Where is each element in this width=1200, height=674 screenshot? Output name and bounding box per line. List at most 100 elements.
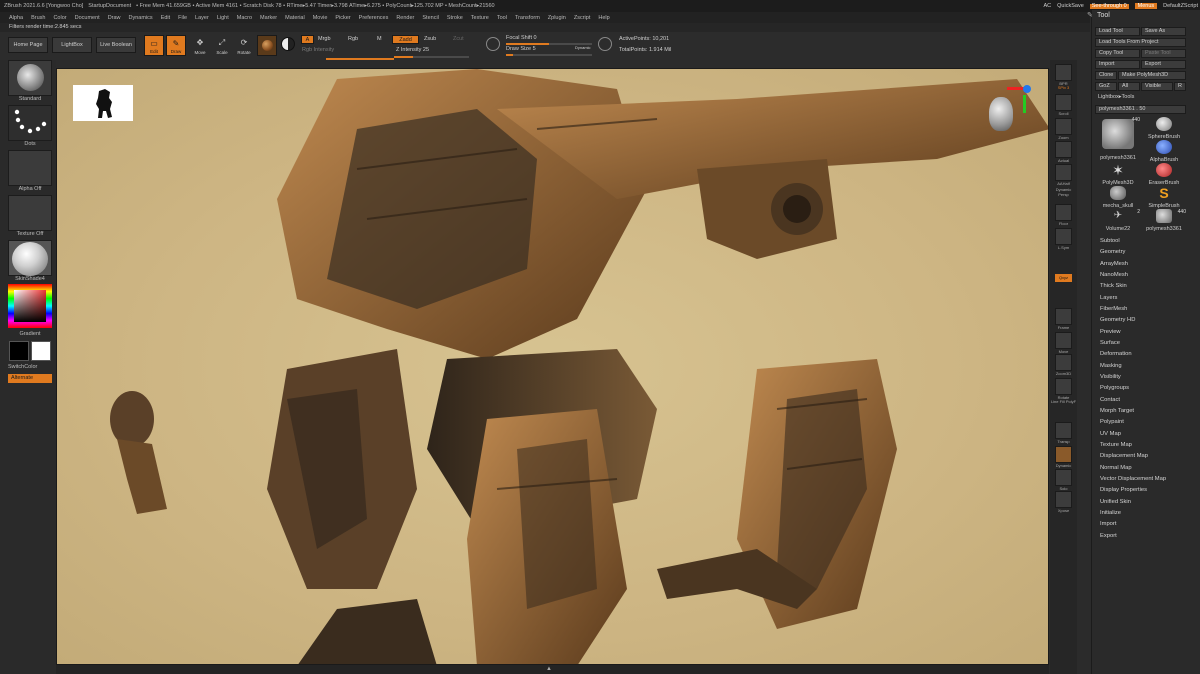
tool-thumb-polymesh3d[interactable]: ✶ PolyMesh3D <box>1094 163 1142 186</box>
primary-color-swatch[interactable] <box>9 341 29 361</box>
rgb-toggle[interactable]: Rgb <box>348 36 358 42</box>
dynamic-render-button[interactable] <box>1055 446 1072 463</box>
menu-macro[interactable]: Macro <box>237 15 252 21</box>
subpalette-preview[interactable]: Preview <box>1100 327 1195 338</box>
mrgb-toggle[interactable]: Mrgb <box>318 36 331 42</box>
draw-mode-button[interactable]: ✎ Draw <box>166 35 186 56</box>
subpalette-deformation[interactable]: Deformation <box>1100 349 1195 360</box>
menu-layer[interactable]: Layer <box>195 15 209 21</box>
actual-button[interactable] <box>1055 141 1072 158</box>
import-tool-button[interactable]: Import <box>1095 60 1140 69</box>
edit-mode-button[interactable]: ▭ Edit <box>144 35 164 56</box>
brush-selector[interactable] <box>8 60 52 96</box>
alternate-button[interactable]: Alternate <box>8 374 52 383</box>
menu-transform[interactable]: Transform <box>515 15 540 21</box>
move-view-button[interactable] <box>1055 332 1072 349</box>
subpalette-display-properties[interactable]: Display Properties <box>1100 485 1195 496</box>
material-swatch[interactable] <box>257 35 277 56</box>
menu-marker[interactable]: Marker <box>260 15 277 21</box>
subpalette-fibermesh[interactable]: FiberMesh <box>1100 304 1195 315</box>
load-tools-from-project-button[interactable]: Load Tools From Project <box>1095 38 1186 47</box>
focal-shift-slider[interactable]: Focal Shift 0 <box>506 35 537 41</box>
move-mode-button[interactable]: ✥ Move <box>190 35 210 56</box>
menu-light[interactable]: Light <box>217 15 229 21</box>
menu-zplugin[interactable]: Zplugin <box>548 15 566 21</box>
lightbox-button[interactable]: LightBox <box>52 37 92 53</box>
solo-button[interactable] <box>1055 469 1072 486</box>
material-selector[interactable] <box>8 240 52 276</box>
menu-dynamics[interactable]: Dynamics <box>129 15 153 21</box>
current-tool-slider[interactable]: polymesh3361 . 50 <box>1095 105 1186 114</box>
subpalette-morph-target[interactable]: Morph Target <box>1100 406 1195 417</box>
xpose-button[interactable] <box>1055 491 1072 508</box>
subpalette-normal-map[interactable]: Normal Map <box>1100 463 1195 474</box>
navigation-gizmo[interactable] <box>983 85 1033 143</box>
subpalette-polypaint[interactable]: Polypaint <box>1100 417 1195 428</box>
save-as-button[interactable]: Save As <box>1141 27 1186 36</box>
draw-size-track[interactable] <box>506 54 592 56</box>
switch-color-button[interactable]: SwitchColor <box>8 364 52 370</box>
rgb-intensity-track[interactable] <box>326 58 394 60</box>
menu-picker[interactable]: Picker <box>335 15 350 21</box>
subpalette-subtool[interactable]: Subtool <box>1100 236 1195 247</box>
menu-document[interactable]: Document <box>75 15 100 21</box>
m-toggle[interactable]: M <box>377 36 382 42</box>
menu-stroke[interactable]: Stroke <box>447 15 463 21</box>
default-zscript-button[interactable]: DefaultZScript <box>1163 3 1198 9</box>
tool-thumb-eraserbrush[interactable]: EraserBrush <box>1140 163 1188 186</box>
frame-button[interactable] <box>1055 308 1072 325</box>
zcut-toggle[interactable]: Zcut <box>453 36 464 42</box>
quicksave-button[interactable]: QuickSave <box>1057 3 1084 9</box>
subpalette-geometry-hd[interactable]: Geometry HD <box>1100 315 1195 326</box>
menu-brush[interactable]: Brush <box>31 15 45 21</box>
subpalette-export[interactable]: Export <box>1100 531 1195 542</box>
stroke-selector[interactable] <box>8 105 52 141</box>
live-boolean-button[interactable]: Live Boolean <box>96 37 136 53</box>
goz-r-button[interactable]: R <box>1174 82 1186 91</box>
zoom3d-button[interactable] <box>1055 354 1072 371</box>
zsub-toggle[interactable]: Zsub <box>424 36 436 42</box>
menus-toggle[interactable]: Menus <box>1134 3 1158 9</box>
tool-thumb-mecha-skull[interactable]: mecha_skull <box>1094 186 1142 209</box>
menu-material[interactable]: Material <box>285 15 305 21</box>
floor-button[interactable] <box>1055 204 1072 221</box>
menu-file[interactable]: File <box>178 15 187 21</box>
subpalette-geometry[interactable]: Geometry <box>1100 247 1195 258</box>
subpalette-contact[interactable]: Contact <box>1100 395 1195 406</box>
goz-all-button[interactable]: All <box>1118 82 1140 91</box>
menu-texture[interactable]: Texture <box>471 15 489 21</box>
subpalette-texture-map[interactable]: Texture Map <box>1100 440 1195 451</box>
paste-tool-button[interactable]: Paste Tool <box>1141 49 1186 58</box>
export-tool-button[interactable]: Export <box>1141 60 1186 69</box>
spix-slider[interactable]: SPix 3 <box>1050 85 1077 90</box>
aahalf-button[interactable] <box>1055 164 1072 181</box>
gradient-label[interactable]: Gradient <box>8 331 52 337</box>
menu-stencil[interactable]: Stencil <box>422 15 439 21</box>
subpalette-thick-skin[interactable]: Thick Skin <box>1100 281 1195 292</box>
see-through-slider[interactable]: See-through 0 <box>1089 3 1129 9</box>
subpalette-vector-displacement-map[interactable]: Vector Displacement Map <box>1100 474 1195 485</box>
dynamic-persp-button[interactable]: Dynamic Persp <box>1050 187 1077 197</box>
menu-edit[interactable]: Edit <box>161 15 170 21</box>
z-intensity-track[interactable] <box>394 56 469 58</box>
menu-color[interactable]: Color <box>53 15 66 21</box>
texture-selector[interactable] <box>8 195 52 231</box>
qxyz-button[interactable]: Qxyz <box>1055 274 1072 282</box>
menu-preferences[interactable]: Preferences <box>359 15 389 21</box>
zadd-toggle[interactable]: Zadd <box>392 35 419 44</box>
subpalette-uv-map[interactable]: UV Map <box>1100 429 1195 440</box>
subpalette-unified-skin[interactable]: Unified Skin <box>1100 497 1195 508</box>
rgb-intensity-slider[interactable]: Rgb Intensity <box>302 47 334 53</box>
menu-help[interactable]: Help <box>598 15 609 21</box>
document-canvas[interactable] <box>56 68 1049 665</box>
color-picker-square[interactable] <box>14 290 46 322</box>
scale-mode-button[interactable]: ⤢ Scale <box>212 35 232 56</box>
tool-palette-icon[interactable]: ✎ <box>1087 11 1093 19</box>
menu-zscript[interactable]: Zscript <box>574 15 591 21</box>
subpalette-arraymesh[interactable]: ArrayMesh <box>1100 259 1195 270</box>
subpalette-visibility[interactable]: Visibility <box>1100 372 1195 383</box>
rotate-view-button[interactable] <box>1055 378 1072 395</box>
transp-button[interactable] <box>1055 422 1072 439</box>
tool-thumb-alphabrush[interactable]: AlphaBrush <box>1140 140 1188 163</box>
copy-tool-button[interactable]: Copy Tool <box>1095 49 1140 58</box>
